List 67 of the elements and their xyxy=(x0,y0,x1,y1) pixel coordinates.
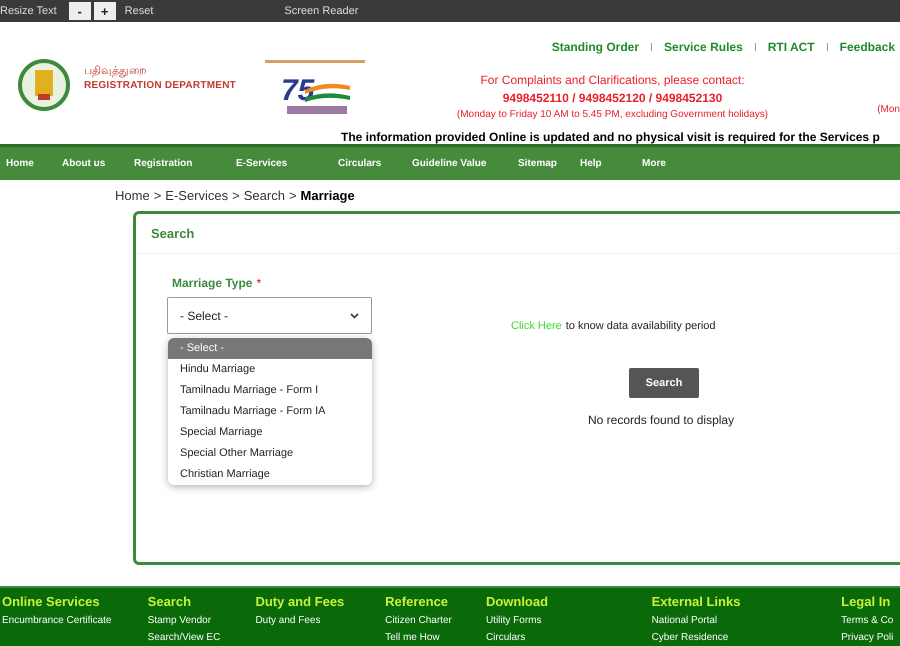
header-link[interactable]: Service Rules xyxy=(664,38,743,56)
no-records-text: No records found to display xyxy=(588,412,734,429)
footer-link[interactable]: Encumbrance Certificate xyxy=(2,613,148,629)
chevron-down-icon xyxy=(350,312,359,318)
breadcrumb-separator: > xyxy=(154,186,162,205)
dropdown-option[interactable]: - Select - xyxy=(168,338,372,359)
notice-text: The information provided Online is updated and no physical visit is required for the Services p xyxy=(341,129,880,146)
footer-link[interactable]: Utility Forms xyxy=(486,613,652,629)
breadcrumb-link[interactable]: E-Services xyxy=(165,186,228,206)
footer-link[interactable]: Circulars xyxy=(486,630,652,646)
footer-link[interactable]: Privacy Poli xyxy=(841,630,900,646)
footer-heading: Download xyxy=(486,593,550,611)
dropdown-option[interactable]: Christian Marriage xyxy=(168,464,372,485)
nav-link[interactable]: Sitemap xyxy=(518,156,580,171)
department-tamil-name: பதிவுத்துறை xyxy=(84,64,147,78)
search-button[interactable]: Search xyxy=(629,368,699,398)
font-size-button[interactable]: + xyxy=(94,2,116,20)
footer-link[interactable]: Terms & Co xyxy=(841,613,900,629)
header-link[interactable]: RTI ACT xyxy=(768,38,815,56)
dropdown-option[interactable]: Tamilnadu Marriage - Form IA xyxy=(168,401,372,422)
footer-link[interactable]: National Portal xyxy=(652,613,842,629)
breadcrumb-separator: > xyxy=(232,186,240,205)
dropdown-option[interactable]: Special Marriage xyxy=(168,422,372,443)
footer-heading: External Links xyxy=(652,593,742,611)
header-link[interactable]: Feedback xyxy=(840,38,895,56)
dropdown-option[interactable]: Special Other Marriage xyxy=(168,443,372,464)
footer-heading: Duty and Fees xyxy=(255,593,346,611)
reset-button[interactable]: Reset xyxy=(124,2,154,20)
department-name: REGISTRATION DEPARTMENT xyxy=(84,78,236,93)
field-label: Marriage Type xyxy=(172,275,252,292)
resize-text-label: Resize Text xyxy=(0,4,57,19)
nav-link[interactable]: Circulars xyxy=(338,156,412,171)
footer-heading: Legal In xyxy=(841,593,892,611)
emblem-icon xyxy=(18,58,70,112)
breadcrumb-current: Marriage xyxy=(300,186,355,205)
marriage-type-select[interactable]: - Select - xyxy=(167,297,372,334)
breadcrumb-link[interactable]: Search xyxy=(244,186,285,206)
nav-link[interactable]: More xyxy=(642,156,702,171)
footer-link[interactable]: Cyber Residence xyxy=(652,630,842,646)
font-size-button[interactable]: - xyxy=(68,2,91,20)
footer-link[interactable]: Stamp Vendor xyxy=(148,613,256,629)
breadcrumb-link[interactable]: Home xyxy=(115,186,150,206)
screen-reader-link[interactable]: Screen Reader xyxy=(284,2,358,20)
footer-link[interactable]: Search/View EC xyxy=(148,630,256,646)
dropdown-option[interactable]: Tamilnadu Marriage - Form I xyxy=(168,380,372,401)
nav-link[interactable]: Guideline Value xyxy=(412,156,518,171)
footer-link[interactable]: Citizen Charter xyxy=(385,613,486,629)
nav-link[interactable]: About us xyxy=(62,156,134,171)
footer-link[interactable]: Duty and Fees xyxy=(255,613,386,629)
required-mark: * xyxy=(256,275,262,292)
footer-heading: Online Services xyxy=(2,593,101,611)
footer-link[interactable]: Tell me How xyxy=(385,630,486,646)
office-hours: (Mon xyxy=(877,103,900,117)
dropdown-option[interactable]: Hindu Marriage xyxy=(168,359,372,380)
footer-heading: Search xyxy=(148,593,192,611)
nav-link[interactable]: E-Services xyxy=(236,156,338,171)
availability-text: to know data availability period xyxy=(566,319,716,334)
complaints-text: For Complaints and Clarifications, please contact: xyxy=(480,72,745,89)
nav-link[interactable]: Home xyxy=(6,156,62,171)
phone-numbers: 9498452110 / 9498452120 / 9498452130 xyxy=(502,90,722,107)
office-hours: (Monday to Friday 10 AM to 5.45 PM, excluding Government holidays) xyxy=(456,108,768,122)
breadcrumb-separator: > xyxy=(288,186,297,205)
header-link[interactable]: Standing Order xyxy=(552,38,640,56)
nav-link[interactable]: Registration xyxy=(134,156,236,171)
nav-link[interactable]: Help xyxy=(580,156,642,171)
panel-title: Search xyxy=(151,224,194,243)
footer-heading: Reference xyxy=(385,593,450,611)
